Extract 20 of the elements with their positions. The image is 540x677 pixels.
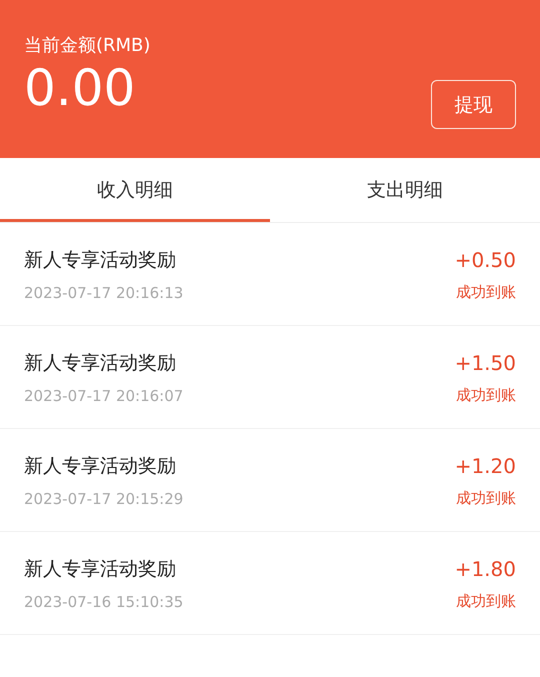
record-amount: +0.50 bbox=[454, 247, 516, 273]
record-title: 新人专享活动奖励 bbox=[24, 454, 177, 479]
balance-amount: 0.00 bbox=[24, 60, 136, 116]
record-amount: +1.80 bbox=[454, 556, 516, 582]
record-title: 新人专享活动奖励 bbox=[24, 351, 177, 376]
record-status: 成功到账 bbox=[455, 385, 516, 405]
record-status: 成功到账 bbox=[455, 282, 516, 302]
record-status: 成功到账 bbox=[455, 591, 516, 611]
record-time: 2023-07-17 20:16:07 bbox=[24, 386, 184, 406]
tab[interactable]: 支出明细 bbox=[270, 158, 540, 222]
record-title: 新人专享活动奖励 bbox=[24, 248, 177, 273]
record-time: 2023-07-16 15:10:35 bbox=[24, 592, 184, 612]
record-amount: +1.20 bbox=[454, 453, 516, 479]
record-status: 成功到账 bbox=[455, 488, 516, 508]
record-title: 新人专享活动奖励 bbox=[24, 557, 177, 582]
tab[interactable]: 收入明细 bbox=[0, 158, 270, 222]
record-time: 2023-07-17 20:16:13 bbox=[24, 283, 184, 303]
record-amount: +1.50 bbox=[454, 350, 516, 376]
record-time: 2023-07-17 20:15:29 bbox=[24, 489, 184, 509]
balance-label: 当前金额(RMB) bbox=[24, 34, 150, 58]
